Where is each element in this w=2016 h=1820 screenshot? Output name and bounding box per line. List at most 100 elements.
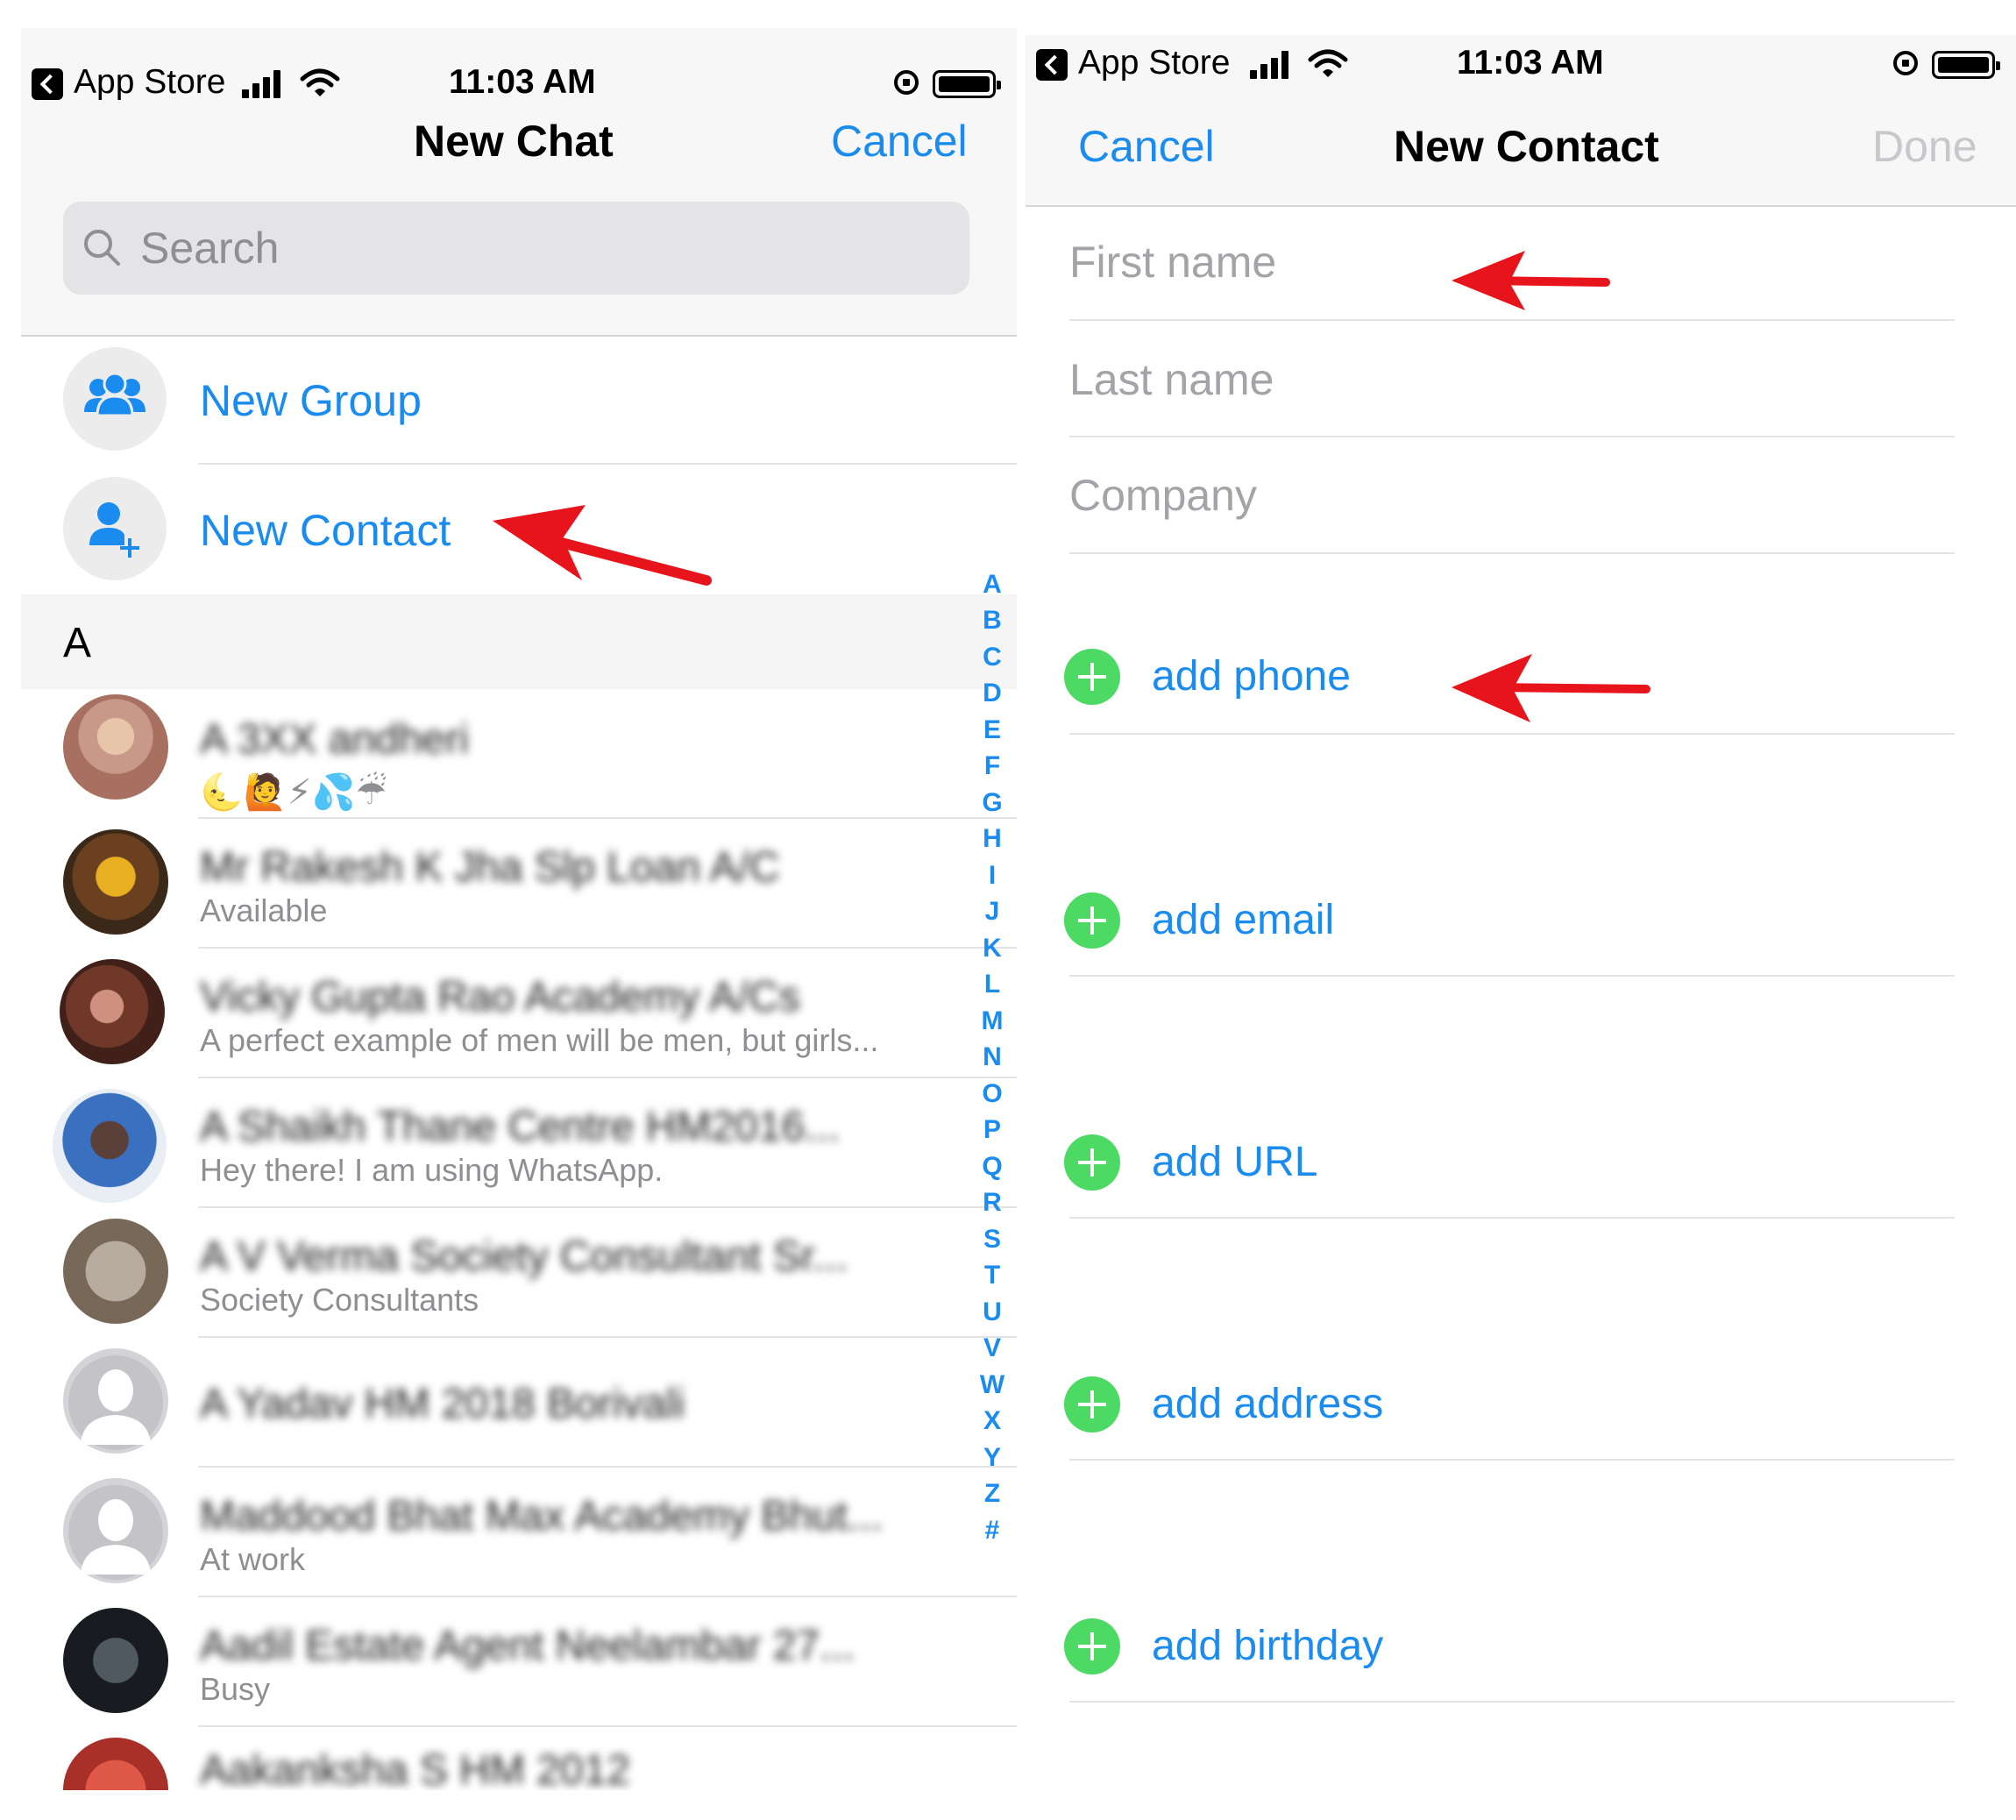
divider [1069,733,1955,735]
new-group-button[interactable]: New Group [200,375,422,426]
contact-status: 🌜🙋⚡💦☔ [200,773,387,812]
index-letter[interactable]: O [975,1079,1010,1109]
clock: 11:03 AM [449,63,596,101]
divider [1069,1217,1955,1219]
add-url-icon[interactable] [1064,1134,1120,1191]
divider [198,1596,1017,1597]
back-app-label[interactable]: App Store [74,63,225,102]
first-name-placeholder: First name [1069,238,1277,287]
add-address-icon[interactable] [1064,1376,1120,1433]
rotation-lock-icon [894,70,919,95]
company-field[interactable]: Company [1069,454,1955,552]
signal-icon [242,70,284,98]
add-phone-icon[interactable] [1064,649,1120,705]
add-address-button[interactable]: add address [1152,1380,1383,1428]
contact-avatar[interactable] [60,959,165,1064]
divider [1069,1701,1955,1703]
last-name-placeholder: Last name [1069,355,1274,404]
divider [198,1206,1017,1208]
index-letter[interactable]: H [975,824,1010,854]
add-birthday-button[interactable]: add birthday [1152,1622,1383,1670]
search-input[interactable]: Search [63,202,969,295]
contact-name[interactable]: Maddood Bhat Max Academy Bhut... [200,1492,883,1540]
contact-list: A 3XX andheri 🌜🙋⚡💦☔ Mr Rakesh K Jha Slp … [0,689,1017,1820]
index-letter[interactable]: C [975,643,1010,672]
add-birthday-icon[interactable] [1064,1618,1120,1674]
index-letter[interactable]: S [975,1225,1010,1255]
index-letter[interactable]: G [975,788,1010,818]
divider [1069,1459,1955,1461]
index-letter[interactable]: T [975,1261,1010,1290]
index-letter[interactable]: I [975,861,1010,891]
divider [198,1725,1017,1727]
contact-name[interactable]: A Shaikh Thane Centre HM2016... [200,1103,840,1151]
add-url-button[interactable]: add URL [1152,1138,1317,1186]
list-clip [0,1790,1017,1820]
index-letter[interactable]: X [975,1406,1010,1436]
add-email-icon[interactable] [1064,892,1120,949]
contact-name[interactable]: Mr Rakesh K Jha Slp Loan A/C [200,843,780,892]
divider [1069,552,1955,554]
contact-avatar[interactable] [63,694,168,800]
default-avatar-icon[interactable] [63,1348,168,1454]
contact-name[interactable]: A Yadav HM 2018 Borivali [200,1380,685,1428]
index-letter[interactable]: V [975,1333,1010,1363]
cancel-button[interactable]: Cancel [1078,121,1215,172]
new-group-icon[interactable] [63,347,167,451]
contact-avatar[interactable] [63,1738,168,1790]
contact-status: Available [200,892,328,928]
index-letter[interactable]: Z [975,1479,1010,1509]
contact-name[interactable]: Aakanksha S HM 2012 [200,1746,630,1795]
cancel-button[interactable]: Cancel [831,116,968,167]
divider [1069,975,1955,977]
contact-status: At work [200,1541,306,1577]
signal-icon [1250,51,1292,79]
last-name-field[interactable]: Last name [1069,338,1955,437]
index-letter[interactable]: Y [975,1443,1010,1473]
divider [198,947,1017,949]
add-phone-button[interactable]: add phone [1152,652,1351,700]
back-arrow-icon[interactable] [32,68,63,100]
index-letter[interactable]: F [975,751,1010,781]
contact-avatar[interactable] [63,1219,168,1324]
done-button[interactable]: Done [1872,121,1977,172]
index-letter[interactable]: Q [975,1152,1010,1182]
index-letter[interactable]: E [975,715,1010,745]
index-letter[interactable]: J [975,897,1010,927]
index-letter[interactable]: A [975,570,1010,600]
contact-avatar[interactable] [53,1089,167,1203]
new-contact-screen: App Store 11:03 AM Cancel New Contact Do… [1017,0,2016,1820]
index-letter[interactable]: K [975,934,1010,963]
add-email-button[interactable]: add email [1152,896,1334,944]
battery-icon [933,70,1001,98]
wifi-icon [300,68,340,96]
header-divider [21,335,1017,337]
contact-avatar[interactable] [63,829,168,935]
rotation-lock-icon [1893,51,1918,75]
new-contact-button[interactable]: New Contact [200,505,451,556]
back-app-label[interactable]: App Store [1078,44,1230,82]
index-letter[interactable]: L [975,970,1010,999]
section-header: A [21,594,1017,689]
index-letter[interactable]: # [975,1516,1010,1546]
contact-name[interactable]: A V Verma Society Consultant Sr... [200,1233,848,1281]
back-arrow-icon[interactable] [1036,49,1068,81]
index-letter[interactable]: M [975,1006,1010,1036]
index-letter[interactable]: W [975,1370,1010,1400]
search-icon [84,230,120,266]
index-letter[interactable]: B [975,606,1010,636]
index-letter[interactable]: P [975,1115,1010,1145]
index-letter[interactable]: U [975,1297,1010,1327]
index-letter[interactable]: D [975,679,1010,708]
contact-name[interactable]: Aadil Estate Agent Neelambar 27... [200,1622,855,1670]
contact-name[interactable]: A 3XX andheri [200,715,469,764]
default-avatar-icon[interactable] [63,1478,168,1583]
index-letter[interactable]: R [975,1188,1010,1218]
page-title: New Chat [414,117,614,166]
annotation-arrow [493,505,712,586]
contact-name[interactable]: Vicky Gupta Rao Academy A/Cs [200,973,800,1021]
new-contact-icon[interactable] [63,477,167,580]
index-letter[interactable]: N [975,1042,1010,1072]
wifi-icon [1308,49,1348,77]
contact-avatar[interactable] [63,1608,168,1713]
